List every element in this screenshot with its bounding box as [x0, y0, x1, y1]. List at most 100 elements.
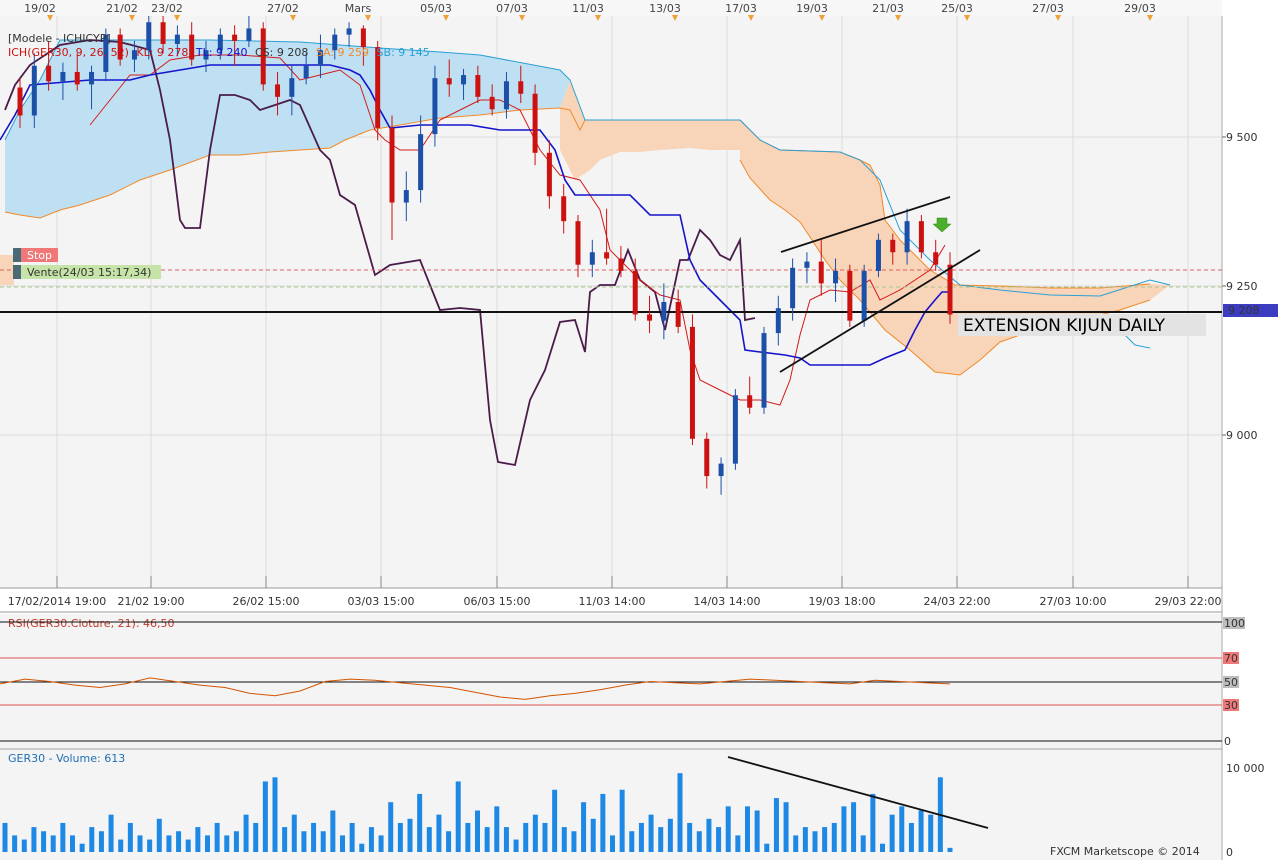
volume-bar [581, 802, 587, 852]
volume-bar [407, 818, 413, 852]
volume-bar [899, 806, 905, 852]
price-label-9000: 9 000 [1226, 429, 1258, 442]
volume-bar [735, 835, 741, 852]
volume-bar [455, 781, 461, 852]
volume-bar [908, 822, 914, 852]
top-date-label: 23/02 [151, 2, 183, 15]
bottom-date-label: 24/03 22:00 [924, 595, 991, 608]
volume-bar [41, 831, 47, 852]
volume-bar [552, 789, 558, 852]
rsi-level-50: 50 [1224, 676, 1238, 689]
volume-bar [301, 831, 307, 852]
volume-bar [610, 835, 615, 852]
bottom-date-label: 17/02/2014 19:00 [8, 595, 107, 608]
bottom-date-label: 26/02 15:00 [233, 595, 300, 608]
volume-bar [21, 839, 27, 852]
volume-bar [523, 822, 529, 852]
volume-bar [831, 822, 837, 852]
volume-bar [677, 773, 683, 852]
volume-bar [561, 827, 567, 852]
top-date-label: 19/03 [796, 2, 828, 15]
current-price-label: 9 208 [1228, 304, 1260, 317]
volume-bar [359, 843, 365, 852]
volume-bar [70, 835, 75, 852]
volume-bar [822, 827, 828, 852]
volume-bar [918, 810, 924, 852]
top-date-label: 29/03 [1124, 2, 1156, 15]
volume-bar [764, 843, 770, 852]
volume-bar [446, 831, 452, 852]
volume-bar [205, 835, 210, 852]
volume-bar [494, 806, 500, 852]
top-date-label: 07/03 [496, 2, 528, 15]
chart-title: [Modele - ICHICYP] [8, 32, 111, 45]
rsi-panel[interactable] [0, 614, 1222, 748]
volume-bar [320, 831, 326, 852]
chart-canvas[interactable]: 19/02 21/02 23/02 27/02 Mars 05/03 07/03 11/03 1… [0, 0, 1279, 860]
rsi-level-100: 100 [1224, 617, 1245, 630]
volume-bar [388, 802, 394, 852]
candle[interactable] [732, 389, 738, 470]
volume-bar [648, 814, 654, 852]
top-date-label: 21/02 [106, 2, 138, 15]
volume-bar [754, 810, 760, 852]
rsi-level-70: 70 [1224, 652, 1238, 665]
volume-bar [532, 814, 538, 852]
bottom-date-label: 27/03 10:00 [1040, 595, 1107, 608]
rsi-level-30: 30 [1224, 699, 1238, 712]
bottom-date-label: 03/03 15:00 [348, 595, 415, 608]
volume-bar [156, 818, 162, 852]
volume-bar [947, 847, 953, 852]
volume-bar [870, 793, 876, 852]
sell-order-label: Vente(24/03 15:17,34) [27, 266, 151, 279]
volume-bar [224, 835, 230, 852]
volume-bar [928, 814, 934, 852]
volume-bar [262, 781, 268, 852]
volume-bar [2, 822, 8, 852]
top-date-label: 27/02 [267, 2, 299, 15]
bottom-date-label: 06/03 15:00 [464, 595, 531, 608]
volume-bar [311, 822, 317, 852]
legend-cs: CS: 9 208 [255, 46, 308, 59]
rsi-label: RSI(GER30.Cloture, 21): 46,50 [8, 617, 175, 630]
volume-bar [176, 831, 182, 852]
volume-bar [889, 814, 895, 852]
volume-bar [851, 802, 857, 852]
volume-bar [475, 810, 480, 852]
volume-bar [658, 827, 664, 852]
volume-bar [841, 806, 847, 852]
volume-bar [426, 827, 432, 852]
volume-bar [137, 835, 143, 852]
candle[interactable] [761, 326, 767, 414]
legend-tl: TL: 9 240 [195, 46, 248, 59]
volume-bar [368, 827, 374, 852]
volume-bar [233, 831, 239, 852]
volume-bar [783, 802, 789, 852]
price-label-9250: 9 250 [1226, 280, 1258, 293]
candle[interactable] [689, 314, 695, 445]
candle[interactable] [918, 214, 924, 259]
candle[interactable] [861, 264, 867, 327]
volume-bar [243, 814, 249, 852]
volume-bar [600, 793, 606, 852]
top-date-label: Mars [345, 2, 372, 15]
volume-bar [667, 818, 673, 852]
top-date-label: 17/03 [725, 2, 757, 15]
candle[interactable] [875, 233, 881, 278]
volume-bar [127, 822, 133, 852]
stop-order-label: Stop [27, 249, 52, 262]
volume-bar [465, 822, 471, 852]
top-date-label: 27/03 [1032, 2, 1064, 15]
volume-level-0: 0 [1226, 846, 1233, 859]
volume-bar [773, 798, 779, 852]
volume-bar [484, 827, 490, 852]
legend-kl: KL: 9 278 [136, 46, 188, 59]
footer-copyright: FXCM Marketscope © 2014 [1050, 845, 1200, 858]
top-date-label: 05/03 [420, 2, 452, 15]
volume-bar [349, 822, 355, 852]
legend-sb: SB: 9 145 [377, 46, 430, 59]
volume-bar [79, 843, 85, 852]
candle[interactable] [847, 264, 853, 327]
volume-bar [638, 822, 644, 852]
top-date-label: 21/03 [872, 2, 904, 15]
